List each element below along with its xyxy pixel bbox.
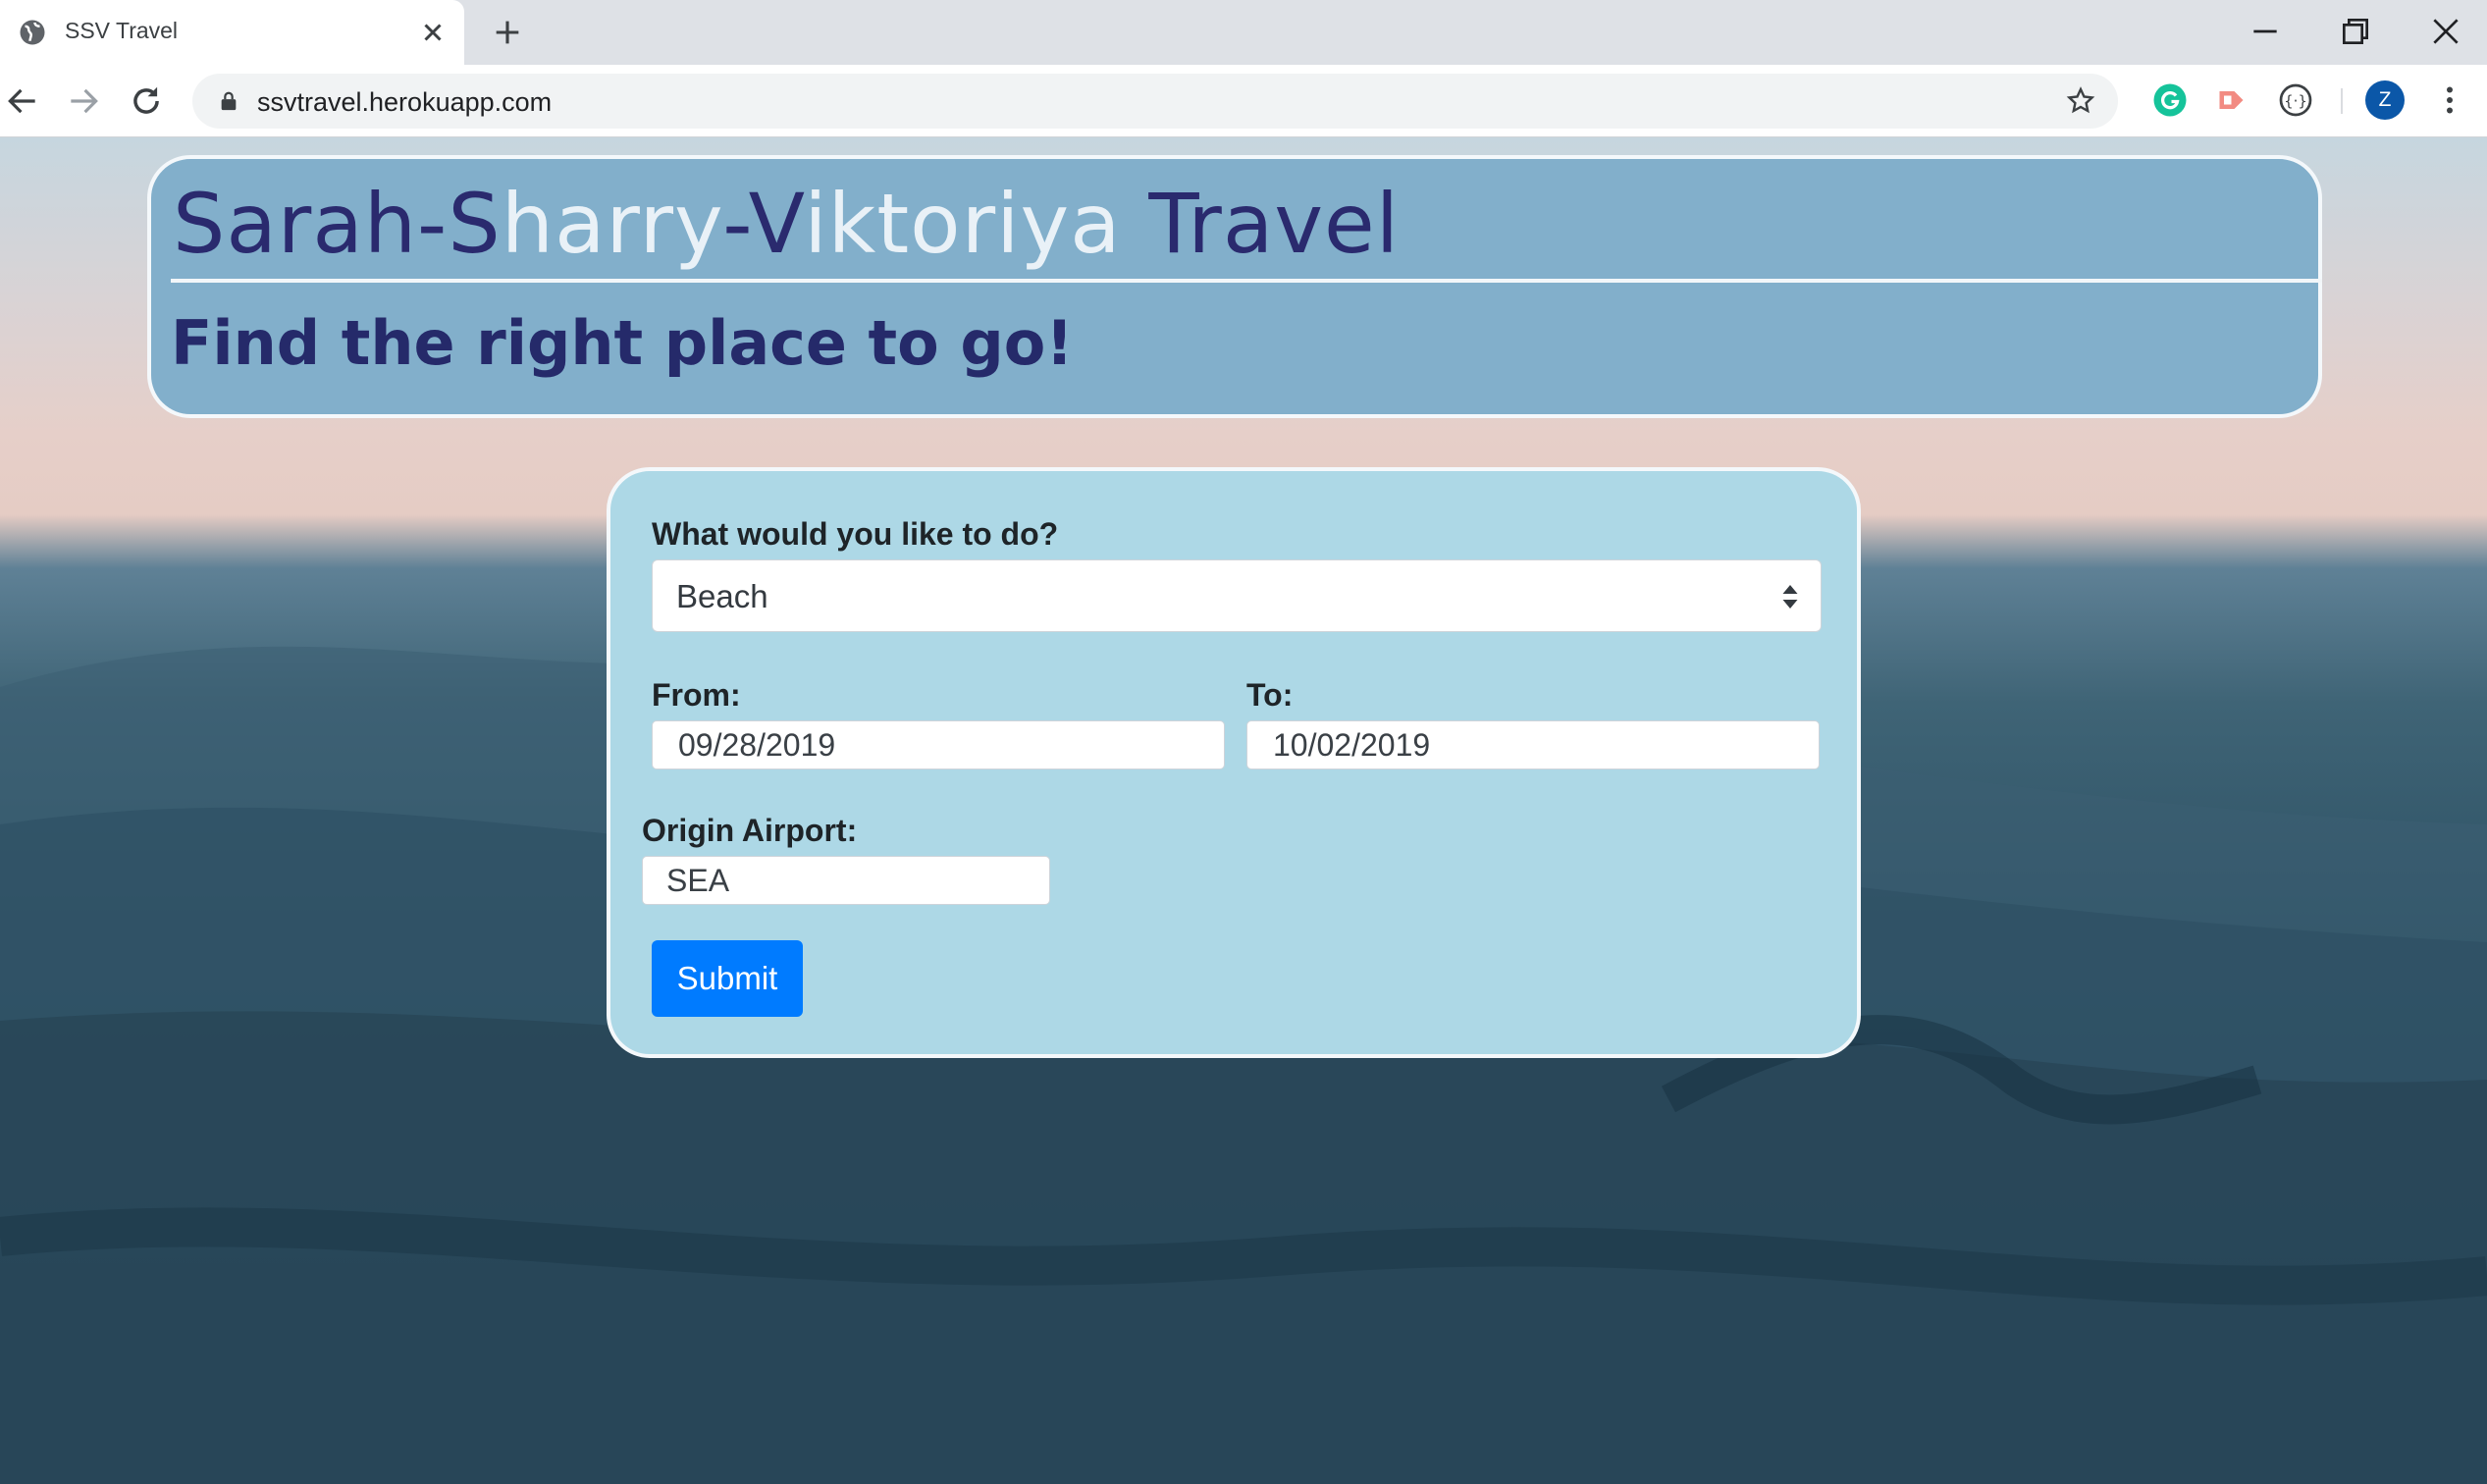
select-arrows-icon [1782, 585, 1798, 609]
code-extension-icon[interactable]: {·} [2278, 82, 2313, 118]
title-part: - [722, 176, 749, 272]
browser-tab[interactable]: SSV Travel [0, 0, 464, 65]
back-icon[interactable] [4, 82, 41, 120]
close-tab-icon[interactable] [418, 18, 448, 47]
site-title: Sarah-Sharry-Viktoriya Travel [173, 175, 1400, 273]
activity-label: What would you like to do? [652, 516, 1059, 552]
lock-icon[interactable] [218, 89, 239, 113]
grammarly-icon[interactable] [2152, 82, 2188, 118]
address-bar[interactable]: ssvtravel.herokuapp.com [192, 74, 2118, 129]
from-date-input[interactable]: 09/28/2019 [652, 720, 1225, 769]
tagline: Find the right place to go! [171, 307, 1074, 379]
page-viewport: Sarah-Sharry-Viktoriya Travel Find the r… [0, 137, 2487, 1484]
url-text: ssvtravel.herokuapp.com [257, 87, 553, 117]
activity-select-value: Beach [676, 578, 768, 614]
browser-toolbar: ssvtravel.herokuapp.com [0, 65, 2487, 137]
from-date-value: 09/28/2019 [678, 727, 836, 763]
minimize-icon[interactable] [2246, 12, 2285, 51]
tab-strip: SSV Travel [0, 0, 2487, 65]
title-part: harry [501, 176, 723, 272]
cast-extension-icon[interactable] [2215, 82, 2250, 118]
forward-icon[interactable] [65, 82, 102, 120]
title-part: V [748, 176, 805, 272]
submit-button[interactable]: Submit [652, 940, 803, 1017]
title-part: Travel [1121, 176, 1401, 272]
origin-airport-label: Origin Airport: [642, 813, 858, 848]
globe-icon [20, 20, 45, 45]
to-date-input[interactable]: 10/02/2019 [1246, 720, 1820, 769]
title-part: S [173, 176, 227, 272]
from-label: From: [652, 677, 741, 713]
profile-avatar[interactable]: Z [2365, 80, 2405, 120]
new-tab-icon[interactable] [491, 16, 524, 49]
reload-icon[interactable] [128, 82, 165, 120]
trip-form: What would you like to do? Beach From: 0… [607, 467, 1861, 1058]
svg-text:{·}: {·} [2284, 92, 2307, 110]
site-header: Sarah-Sharry-Viktoriya Travel Find the r… [147, 155, 2322, 418]
origin-airport-input[interactable]: SEA [642, 856, 1050, 905]
tab-title: SSV Travel [65, 18, 179, 43]
title-part: arah- [226, 176, 449, 272]
title-part: iktoriya [804, 176, 1122, 272]
restore-icon[interactable] [2336, 12, 2375, 51]
to-label: To: [1246, 677, 1294, 713]
to-date-value: 10/02/2019 [1273, 727, 1431, 763]
close-window-icon[interactable] [2426, 12, 2465, 51]
toolbar-separator [2341, 88, 2343, 114]
origin-airport-value: SEA [666, 863, 730, 898]
more-menu-icon[interactable] [2432, 82, 2467, 118]
title-part: S [448, 176, 502, 272]
header-divider [171, 279, 2322, 283]
activity-select[interactable]: Beach [652, 559, 1822, 632]
bookmark-star-icon[interactable] [2065, 85, 2096, 117]
